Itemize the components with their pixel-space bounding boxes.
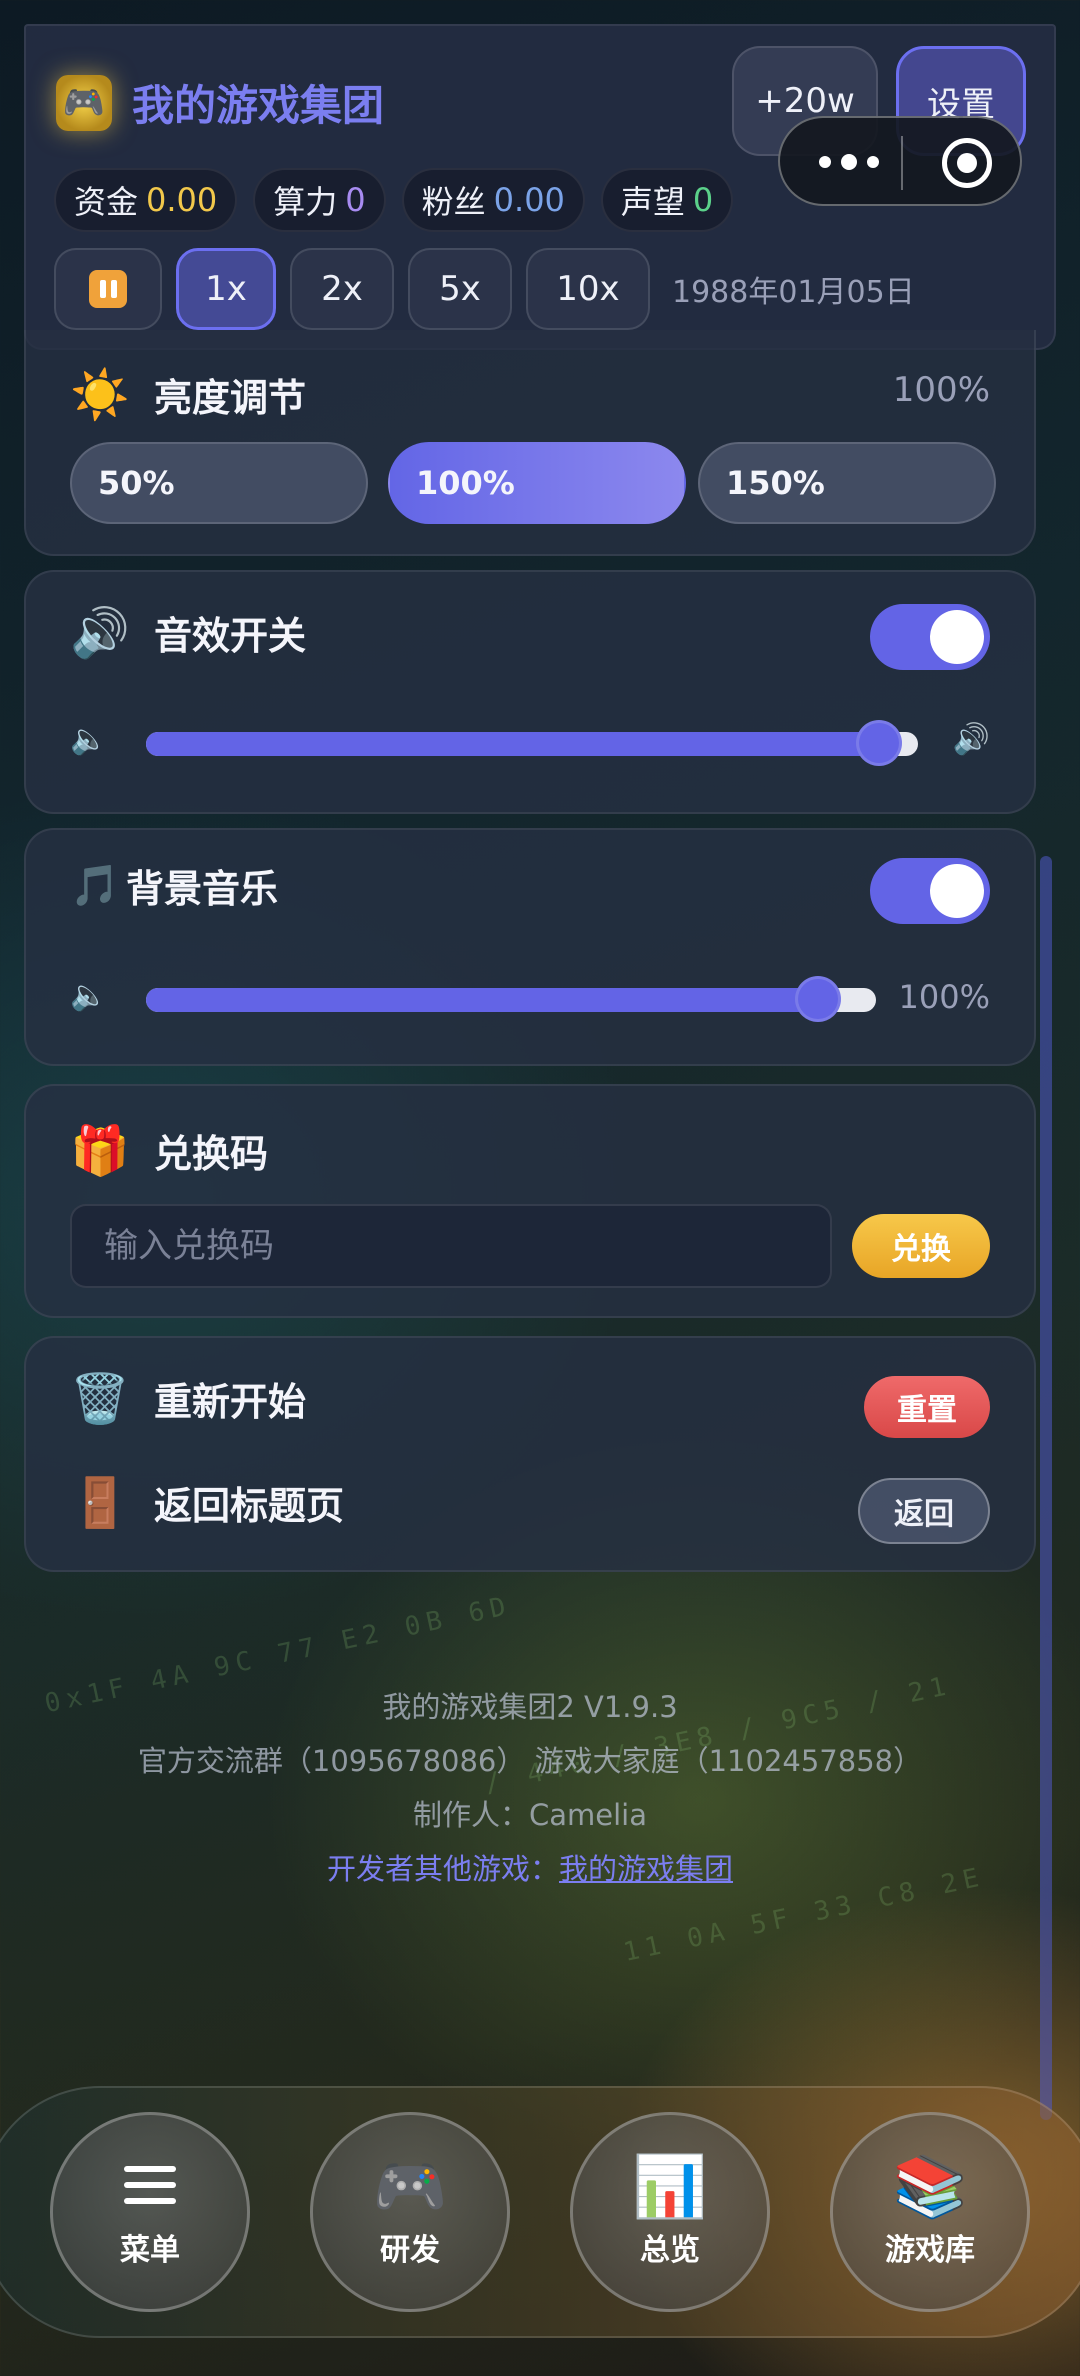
toggle-knob xyxy=(930,610,984,664)
brightness-option-100[interactable]: 100% xyxy=(388,442,686,524)
pause-icon xyxy=(89,270,127,308)
music-card: 🎵 背景音乐 🔈 100% xyxy=(24,828,1036,1066)
stat-value: 0 xyxy=(692,181,714,219)
app-title: 我的游戏集团 xyxy=(132,81,385,130)
brightness-value: 100% xyxy=(892,370,990,410)
sound-volume-row: 🔈 🔊 xyxy=(70,720,990,766)
stat-fans: 粉丝 0.00 xyxy=(401,168,585,232)
speed-2x-button[interactable]: 2x xyxy=(290,248,394,330)
redeem-title: 🎁 兑换码 xyxy=(70,1122,268,1179)
gamepad-icon: 🎮 xyxy=(372,2152,448,2222)
trash-icon: 🗑️ xyxy=(70,1371,130,1427)
close-icon[interactable] xyxy=(942,138,992,188)
music-volume-value: 100% xyxy=(898,978,990,1016)
miniprogram-capsule xyxy=(778,116,1022,206)
nav-label: 研发 xyxy=(380,2233,440,2268)
gamepad-icon: 🎮 xyxy=(56,74,112,131)
stat-label: 粉丝 xyxy=(421,183,486,221)
nav-label: 游戏库 xyxy=(885,2233,975,2268)
reset-button[interactable]: 重置 xyxy=(864,1376,990,1438)
capsule-divider xyxy=(901,136,903,190)
redeem-button[interactable]: 兑换 xyxy=(852,1214,990,1278)
author-text: 制作人：Camelia xyxy=(413,1798,647,1832)
brightness-option-50[interactable]: 50% xyxy=(70,442,368,524)
slider-fill xyxy=(146,988,818,1012)
redeem-card: 🎁 兑换码 兑换 xyxy=(24,1084,1036,1318)
volume-high-icon: 🔊 xyxy=(952,722,990,757)
nav-label: 总览 xyxy=(640,2233,700,2268)
slider-fill xyxy=(146,732,880,756)
brightness-label: 亮度调节 xyxy=(154,376,307,420)
restart-row: 🗑️ 重新开始 重置 xyxy=(70,1360,990,1450)
speaker-icon: 🔊 xyxy=(70,605,130,661)
brightness-title: ☀️ 亮度调节 xyxy=(70,366,306,423)
brightness-option-150[interactable]: 150% xyxy=(698,442,996,524)
version-text: 我的游戏集团2 V1.9.3 xyxy=(382,1690,678,1724)
sun-icon: ☀️ xyxy=(70,367,130,423)
other-games-prefix: 开发者其他游戏： xyxy=(326,1852,559,1886)
back-row: 🚪 返回标题页 返回 xyxy=(70,1464,990,1554)
game-actions-card: 🗑️ 重新开始 重置 🚪 返回标题页 返回 xyxy=(24,1336,1036,1572)
speed-5x-button[interactable]: 5x xyxy=(408,248,512,330)
nav-label: 菜单 xyxy=(120,2233,180,2268)
restart-label: 重新开始 xyxy=(154,1380,307,1424)
nav-library-button[interactable]: 📚 游戏库 xyxy=(830,2112,1030,2312)
music-volume-row: 🔈 100% xyxy=(70,976,990,1022)
restart-title: 🗑️ 重新开始 xyxy=(70,1370,306,1427)
music-title: 🎵 背景音乐 xyxy=(70,858,278,913)
footer-info: 我的游戏集团2 V1.9.3 官方交流群（1095678086） 游戏大家庭（1… xyxy=(0,1680,1060,1896)
speed-10x-button[interactable]: 10x xyxy=(526,248,650,330)
speed-controls: 1x 2x 5x 10x 1988年01月05日 xyxy=(54,248,915,330)
speed-1x-button[interactable]: 1x xyxy=(176,248,276,330)
stat-funds: 资金 0.00 xyxy=(54,168,238,232)
sound-label: 音效开关 xyxy=(154,614,307,658)
volume-low-icon: 🔈 xyxy=(70,978,108,1013)
other-games-line: 开发者其他游戏：我的游戏集团 xyxy=(0,1842,1060,1896)
other-game-link[interactable]: 我的游戏集团 xyxy=(559,1852,733,1886)
game-date: 1988年01月05日 xyxy=(672,275,915,310)
music-toggle[interactable] xyxy=(870,858,990,924)
door-icon: 🚪 xyxy=(70,1475,130,1531)
redeem-label: 兑换码 xyxy=(154,1132,269,1176)
slider-thumb[interactable] xyxy=(856,720,903,766)
sound-title: 🔊 音效开关 xyxy=(70,604,306,661)
redeem-code-input[interactable] xyxy=(70,1204,832,1288)
brand: 🎮 我的游戏集团 xyxy=(56,72,384,133)
more-icon[interactable] xyxy=(814,142,884,182)
scrollbar[interactable] xyxy=(1040,856,1052,2120)
stat-label: 资金 xyxy=(74,183,139,221)
back-title: 🚪 返回标题页 xyxy=(70,1474,344,1531)
stat-value: 0 xyxy=(345,181,366,219)
toggle-knob xyxy=(930,864,984,918)
community-groups-text: 官方交流群（1095678086） 游戏大家庭（1102457858） xyxy=(137,1744,923,1778)
gift-icon: 🎁 xyxy=(70,1123,130,1179)
stat-label: 算力 xyxy=(273,183,338,221)
chart-icon: 📊 xyxy=(632,2152,708,2222)
nav-research-button[interactable]: 🎮 研发 xyxy=(310,2112,510,2312)
sound-volume-slider[interactable] xyxy=(146,720,918,766)
music-label: 背景音乐 xyxy=(126,867,279,911)
stat-label: 声望 xyxy=(620,183,685,221)
back-label: 返回标题页 xyxy=(154,1484,345,1528)
pause-button[interactable] xyxy=(54,248,162,330)
stat-compute: 算力 0 xyxy=(253,168,386,232)
nav-menu-button[interactable]: 菜单 xyxy=(50,2112,250,2312)
back-button[interactable]: 返回 xyxy=(858,1478,990,1544)
books-icon: 📚 xyxy=(892,2152,968,2222)
stats-bar: 资金 0.00 算力 0 粉丝 0.00 声望 0 xyxy=(54,168,734,232)
stat-value: 0.00 xyxy=(493,181,565,219)
slider-thumb[interactable] xyxy=(794,976,841,1022)
music-note-icon: 🎵 xyxy=(70,863,120,909)
stat-value: 0.00 xyxy=(146,181,218,219)
sound-toggle[interactable] xyxy=(870,604,990,670)
sound-card: 🔊 音效开关 🔈 🔊 xyxy=(24,570,1036,814)
nav-overview-button[interactable]: 📊 总览 xyxy=(570,2112,770,2312)
stat-reputation: 声望 0 xyxy=(600,168,734,232)
volume-low-icon: 🔈 xyxy=(70,722,108,757)
music-volume-slider[interactable] xyxy=(146,976,876,1022)
brightness-card: ☀️ 亮度调节 100% 50% 100% 150% xyxy=(24,330,1036,556)
menu-icon xyxy=(124,2155,176,2221)
